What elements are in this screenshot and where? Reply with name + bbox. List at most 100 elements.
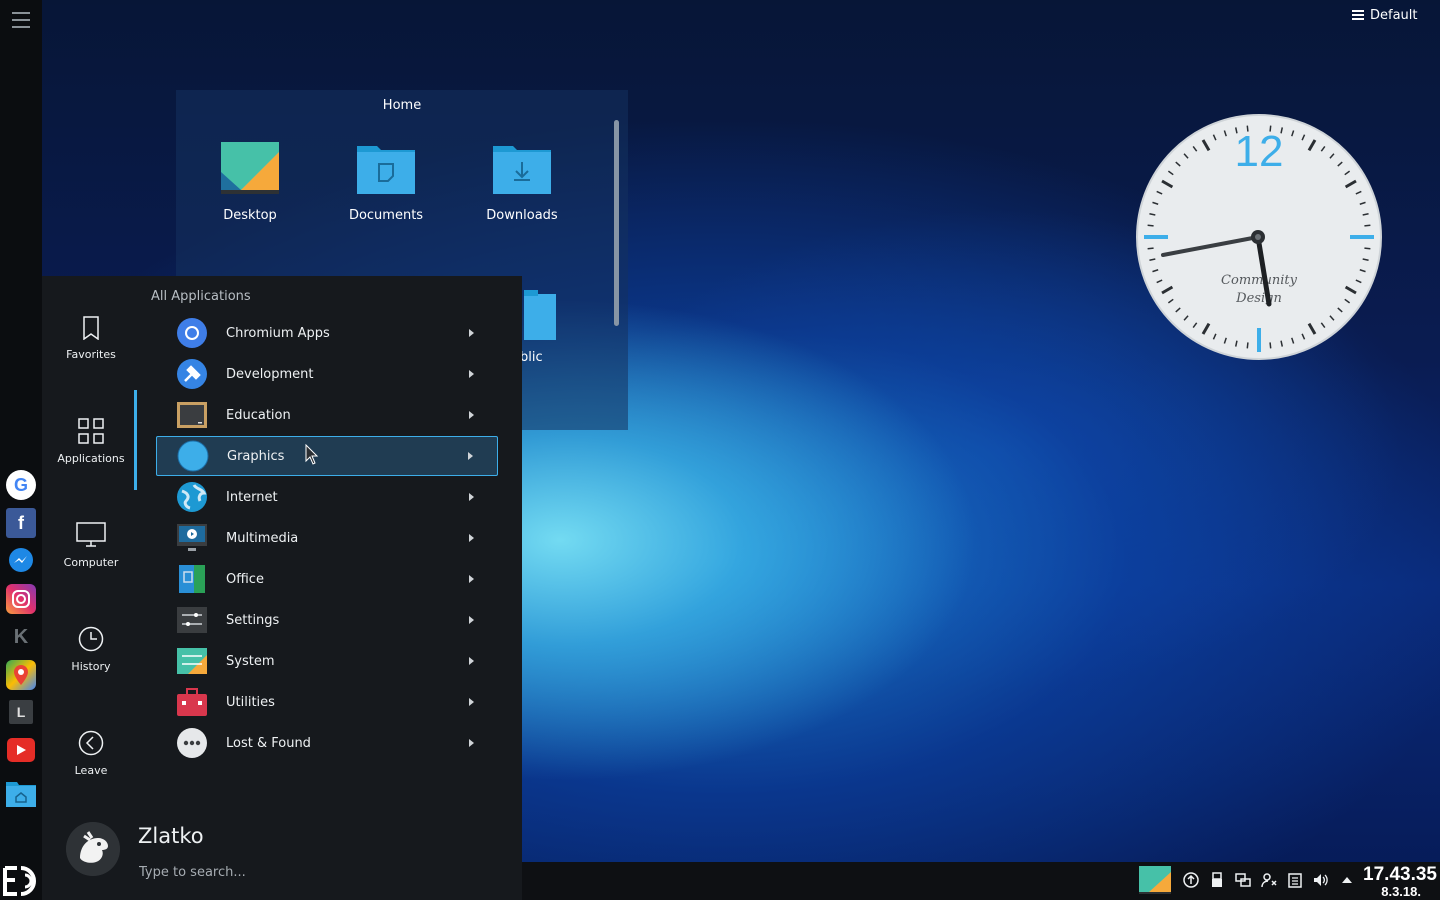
app-category-internet[interactable]: Internet xyxy=(156,477,498,517)
google-maps-icon[interactable] xyxy=(6,660,36,690)
app-category-label: Chromium Apps xyxy=(226,325,330,341)
lost-found-icon xyxy=(177,728,207,758)
activity-label: Default xyxy=(1370,7,1418,23)
app-category-multimedia[interactable]: Multimedia xyxy=(156,518,498,558)
app-category-settings[interactable]: Settings xyxy=(156,600,498,640)
expand-tray-icon[interactable] xyxy=(1339,872,1355,888)
messenger-icon[interactable] xyxy=(6,546,36,576)
category-history[interactable]: History xyxy=(42,618,140,673)
show-desktop-button[interactable] xyxy=(1139,866,1171,894)
app-category-label: Lost & Found xyxy=(226,735,311,751)
launcher-logo-icon xyxy=(3,866,36,896)
taskbar-clock-time[interactable]: 17.43.35 xyxy=(1363,864,1437,886)
folder-view-title: Home xyxy=(382,98,422,113)
folder-item-downloads[interactable]: Downloads xyxy=(467,142,577,223)
section-title: All Applications xyxy=(151,289,251,304)
category-label: Applications xyxy=(57,452,125,465)
folder-label: Documents xyxy=(348,208,424,223)
l-app-icon[interactable]: L xyxy=(9,700,33,724)
folder-item-desktop[interactable]: Desktop xyxy=(195,142,305,223)
youtube-icon[interactable] xyxy=(7,738,35,762)
category-applications[interactable]: Applications xyxy=(42,410,140,465)
chevron-right-icon xyxy=(468,452,473,460)
network-icon[interactable] xyxy=(1235,872,1251,888)
category-label: Leave xyxy=(74,764,108,777)
public-folder-icon xyxy=(524,290,556,340)
app-category-graphics[interactable]: Graphics xyxy=(156,436,498,476)
desktop-folder-icon xyxy=(221,142,279,194)
category-label: History xyxy=(71,660,111,673)
user-switch-icon[interactable] xyxy=(1261,872,1277,888)
back-circle-icon xyxy=(78,730,104,756)
monitor-icon xyxy=(76,522,106,547)
app-category-label: System xyxy=(226,653,275,669)
clock-tick xyxy=(1147,247,1154,250)
search-input[interactable] xyxy=(137,860,441,884)
app-category-label: Office xyxy=(226,571,264,587)
internet-icon xyxy=(177,482,207,512)
category-leave[interactable]: Leave xyxy=(42,722,140,777)
clock-tick xyxy=(1364,247,1371,250)
app-category-education[interactable]: Education xyxy=(156,395,498,435)
analog-clock-widget[interactable]: 12 Community Design xyxy=(1136,114,1382,360)
home-folder-icon[interactable] xyxy=(6,778,36,808)
chevron-right-icon xyxy=(469,575,474,583)
chevron-right-icon xyxy=(469,657,474,665)
chevron-right-icon xyxy=(469,411,474,419)
education-icon xyxy=(177,402,207,428)
folder-view-scrollbar[interactable] xyxy=(614,120,619,326)
category-label: Favorites xyxy=(66,348,116,361)
kde-icon[interactable]: K xyxy=(6,622,36,652)
volume-icon[interactable] xyxy=(1313,872,1329,888)
folder-label: blic xyxy=(520,350,543,365)
chevron-right-icon xyxy=(469,534,474,542)
clock-brand-line1: Community xyxy=(1221,273,1298,288)
system-icon xyxy=(177,648,207,674)
utilities-icon xyxy=(177,688,207,716)
folder-label: Desktop xyxy=(223,208,277,223)
clock-tick xyxy=(1147,224,1154,227)
app-category-label: Multimedia xyxy=(226,530,299,546)
user-name: Zlatko xyxy=(138,824,204,848)
clipboard-icon[interactable] xyxy=(1287,872,1303,888)
office-icon xyxy=(179,565,205,593)
user-avatar[interactable] xyxy=(66,822,120,876)
left-dock-panel: G f K L xyxy=(0,0,42,900)
app-category-label: Internet xyxy=(226,489,278,505)
app-category-label: Settings xyxy=(226,612,280,628)
mouse-cursor-icon xyxy=(305,444,319,465)
instagram-icon[interactable] xyxy=(6,584,36,614)
clock-icon xyxy=(78,626,104,652)
grid-icon xyxy=(78,418,104,444)
documents-folder-icon xyxy=(357,146,415,194)
google-icon[interactable]: G xyxy=(6,470,36,500)
category-label: Computer xyxy=(63,556,119,569)
update-icon[interactable] xyxy=(1183,872,1199,888)
avatar-icon xyxy=(66,822,120,876)
activity-switcher-button[interactable]: Default xyxy=(1344,4,1426,26)
application-launcher-button[interactable] xyxy=(0,862,42,900)
app-category-system[interactable]: System xyxy=(156,641,498,681)
usb-device-icon[interactable] xyxy=(1209,872,1225,888)
folder-item-documents[interactable]: Documents xyxy=(331,142,441,223)
bookmark-icon xyxy=(83,316,99,340)
facebook-icon[interactable]: f xyxy=(6,508,36,538)
app-category-lost-found[interactable]: Lost & Found xyxy=(156,723,498,763)
hamburger-menu-icon[interactable] xyxy=(12,12,30,33)
app-category-office[interactable]: Office xyxy=(156,559,498,599)
app-category-utilities[interactable]: Utilities xyxy=(156,682,498,722)
chevron-right-icon xyxy=(469,739,474,747)
clock-tick xyxy=(1364,224,1371,227)
app-category-label: Development xyxy=(226,366,314,382)
app-category-chromium-apps[interactable]: Chromium Apps xyxy=(156,313,498,353)
active-category-indicator xyxy=(134,390,137,490)
multimedia-icon xyxy=(177,524,207,551)
chevron-right-icon xyxy=(469,616,474,624)
app-category-development[interactable]: Development xyxy=(156,354,498,394)
category-favorites[interactable]: Favorites xyxy=(42,306,140,361)
chevron-right-icon xyxy=(469,370,474,378)
clock-tick xyxy=(1269,342,1272,349)
category-computer[interactable]: Computer xyxy=(42,514,140,569)
app-category-label: Education xyxy=(226,407,291,423)
chromium-icon xyxy=(177,318,207,348)
